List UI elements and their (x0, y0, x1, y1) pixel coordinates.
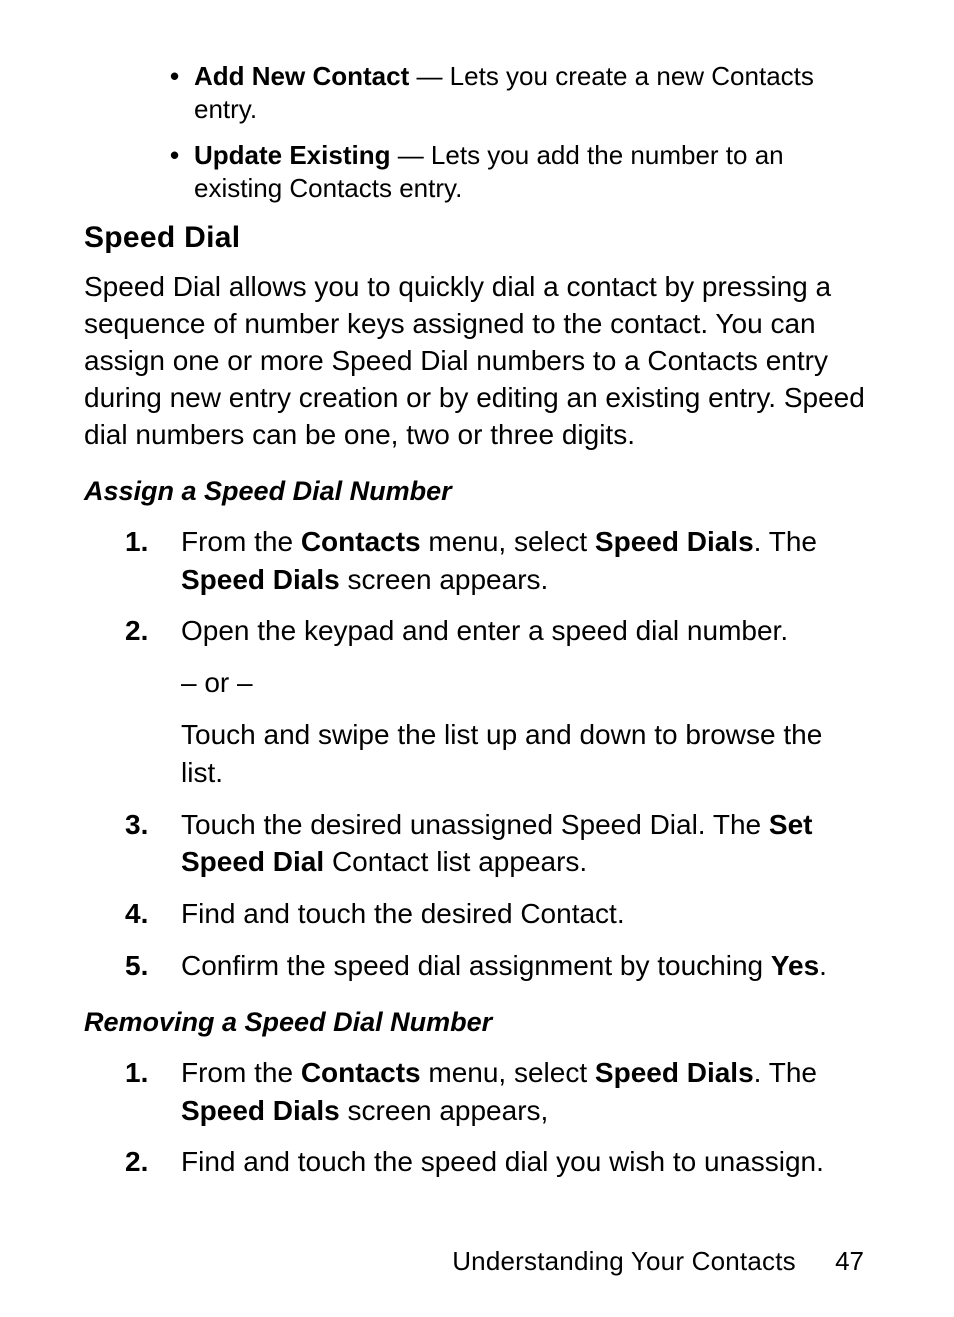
step-item: 1. From the Contacts menu, select Speed D… (101, 1054, 870, 1130)
step-subtext: Touch and swipe the list up and down to … (181, 716, 870, 792)
bullet-list: Add New Contact — Lets you create a new … (84, 60, 870, 205)
step-item: 2. Find and touch the speed dial you wish… (101, 1143, 870, 1181)
footer-page-number: 47 (835, 1246, 864, 1276)
step-item: 2. Open the keypad and enter a speed dial… (101, 612, 870, 791)
step-text: Find and touch the desired Contact. (181, 898, 625, 929)
bullet-item: Add New Contact — Lets you create a new … (84, 60, 870, 127)
subheading-assign: Assign a Speed Dial Number (84, 476, 870, 507)
step-number: 1. (125, 523, 148, 561)
step-item: 5. Confirm the speed dial assignment by t… (101, 947, 870, 985)
footer-section-name: Understanding Your Contacts (452, 1246, 796, 1276)
step-item: 1. From the Contacts menu, select Speed D… (101, 523, 870, 599)
step-number: 5. (125, 947, 148, 985)
subheading-remove: Removing a Speed Dial Number (84, 1007, 870, 1038)
step-text: Find and touch the speed dial you wish t… (181, 1146, 824, 1177)
step-item: 4. Find and touch the desired Contact. (101, 895, 870, 933)
bullet-item: Update Existing — Lets you add the numbe… (84, 139, 870, 206)
page-footer: Understanding Your Contacts 47 (84, 1246, 870, 1277)
step-number: 3. (125, 806, 148, 844)
step-text: From the Contacts menu, select Speed Dia… (181, 1057, 817, 1126)
steps-remove: 1. From the Contacts menu, select Speed D… (84, 1054, 870, 1181)
step-number: 2. (125, 612, 148, 650)
step-text: Open the keypad and enter a speed dial n… (181, 615, 788, 646)
bullet-bold: Add New Contact (194, 61, 409, 91)
step-text: Touch the desired unassigned Speed Dial.… (181, 809, 812, 878)
steps-assign: 1. From the Contacts menu, select Speed D… (84, 523, 870, 985)
heading-speed-dial: Speed Dial (84, 221, 870, 255)
bullet-bold: Update Existing (194, 140, 390, 170)
step-number: 1. (125, 1054, 148, 1092)
step-number: 4. (125, 895, 148, 933)
step-number: 2. (125, 1143, 148, 1181)
step-or: – or – (181, 664, 870, 702)
step-text: Confirm the speed dial assignment by tou… (181, 950, 827, 981)
step-text: From the Contacts menu, select Speed Dia… (181, 526, 817, 595)
intro-paragraph: Speed Dial allows you to quickly dial a … (84, 269, 870, 454)
step-item: 3. Touch the desired unassigned Speed Dia… (101, 806, 870, 882)
